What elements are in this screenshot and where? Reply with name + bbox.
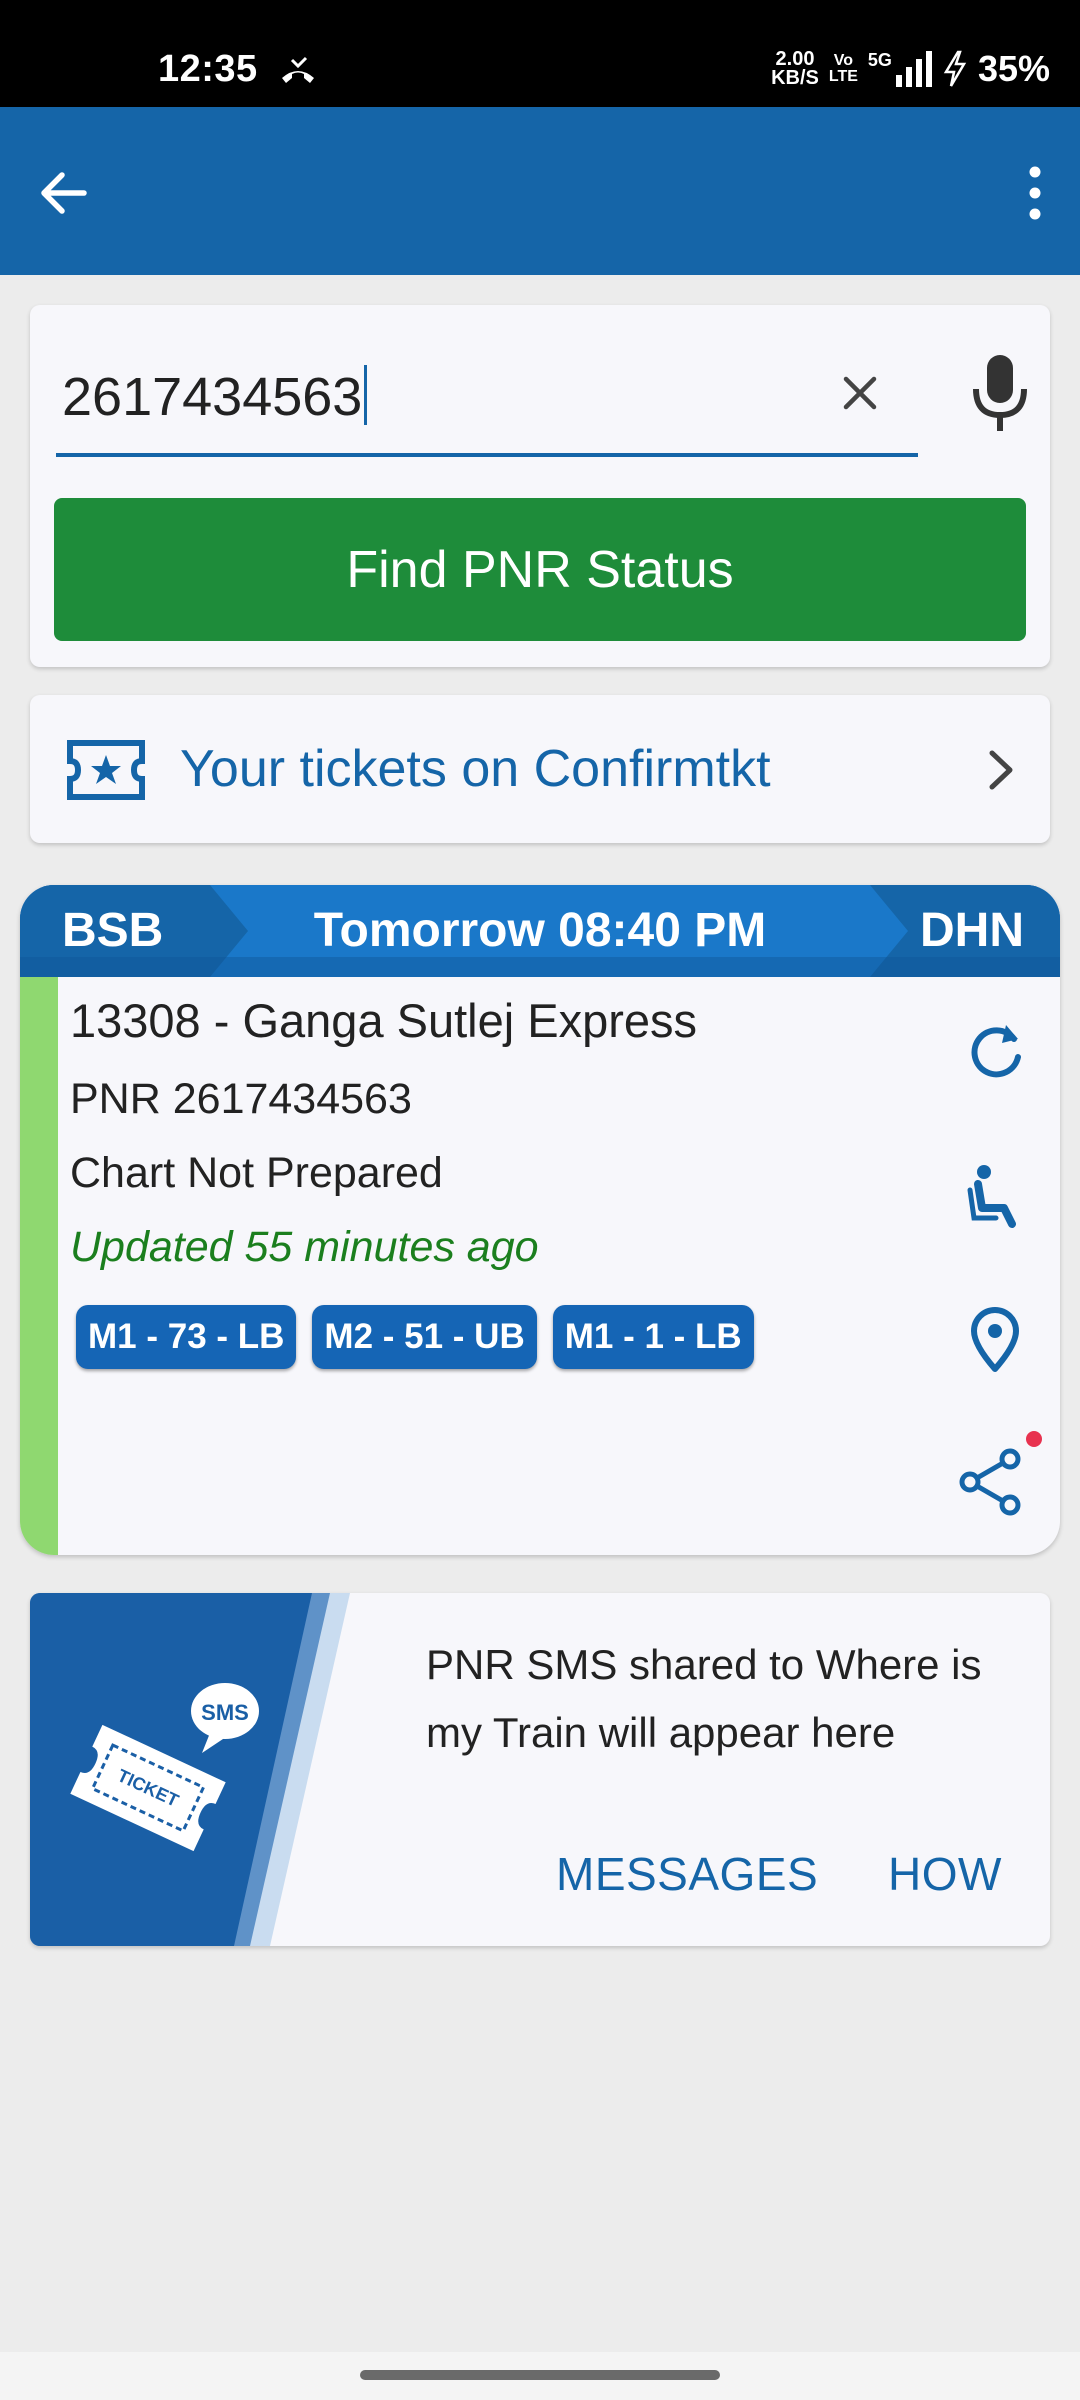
back-arrow-icon[interactable] <box>36 165 92 221</box>
berth-chip: M1 - 1 - LB <box>552 1305 754 1369</box>
sms-message: PNR SMS shared to Where is my Train will… <box>426 1641 982 1756</box>
berth-list: M1 - 73 - LB M2 - 51 - UB M1 - 1 - LB <box>76 1305 754 1369</box>
messages-button[interactable]: MESSAGES <box>556 1847 818 1901</box>
tickets-link-label: Your tickets on Confirmtkt <box>180 740 771 798</box>
status-bar: 12:35 2.00 KB/S Vo LTE 5G 35% <box>0 0 1080 107</box>
seat-icon[interactable] <box>960 1160 1030 1230</box>
refresh-icon[interactable] <box>960 1017 1030 1087</box>
how-button[interactable]: HOW <box>888 1847 1002 1901</box>
battery-level: 35% <box>977 48 1050 89</box>
status-strip <box>20 977 58 1555</box>
pnr-input[interactable]: 2617434563 <box>56 355 918 457</box>
berth-chip: M1 - 73 - LB <box>76 1305 297 1369</box>
destination-station-code: DHN <box>920 904 1024 957</box>
chart-status: Chart Not Prepared <box>70 1149 443 1197</box>
missed-call-icon <box>282 56 314 83</box>
charging-icon <box>943 50 967 87</box>
pnr-status-card[interactable]: BSB Tomorrow 08:40 PM DHN 13308 - Ganga … <box>20 885 1060 1555</box>
find-pnr-status-button[interactable]: Find PNR Status <box>54 498 1026 641</box>
train-name: 13308 - Ganga Sutlej Express <box>70 994 698 1047</box>
share-icon[interactable] <box>956 1447 1026 1517</box>
app-bar <box>0 107 1080 275</box>
location-pin-icon[interactable] <box>960 1305 1030 1375</box>
sms-badge: SMS <box>201 1700 249 1725</box>
pnr-search-card: 2617434563 Find PNR Status <box>30 305 1050 667</box>
ticket-star-icon <box>67 740 145 800</box>
sms-ticket-illustration: TICKET SMS <box>30 1593 350 1946</box>
network-speed: 2.00 KB/S <box>771 48 819 89</box>
system-nav-bar <box>0 2352 1080 2400</box>
clear-icon[interactable] <box>832 365 888 421</box>
pnr-input-value: 2617434563 <box>62 367 363 427</box>
last-updated: Updated 55 minutes ago <box>70 1223 539 1271</box>
volte-indicator: Vo LTE <box>828 52 858 85</box>
more-options-icon[interactable] <box>1020 163 1050 223</box>
status-time: 12:35 <box>158 48 258 90</box>
berth-chip: M2 - 51 - UB <box>312 1305 537 1369</box>
microphone-icon[interactable] <box>960 349 1040 439</box>
sms-info-card: TICKET SMS PNR SMS shared to Where is my… <box>30 1593 1050 1946</box>
route-header: BSB Tomorrow 08:40 PM DHN <box>20 885 1060 977</box>
departure-time: Tomorrow 08:40 PM <box>313 904 767 957</box>
text-caret <box>364 365 368 425</box>
home-gesture-handle[interactable] <box>360 2370 720 2380</box>
chevron-right-icon <box>989 750 1013 790</box>
signal-icon: 5G <box>868 51 932 87</box>
pnr-number: PNR 2617434563 <box>70 1075 412 1123</box>
tickets-on-confirmtkt-link[interactable]: Your tickets on Confirmtkt <box>30 695 1050 843</box>
notification-dot <box>1026 1431 1042 1447</box>
